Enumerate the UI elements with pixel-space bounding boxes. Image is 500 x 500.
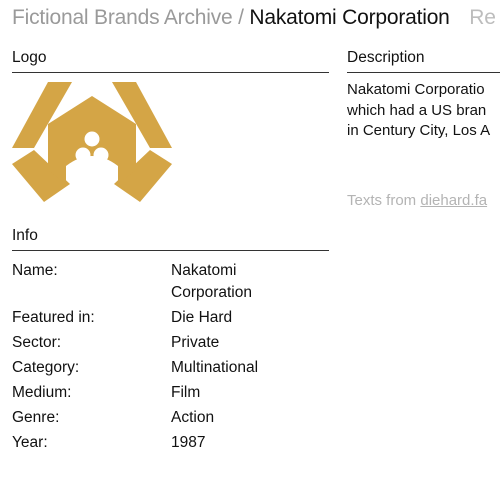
info-label: Category:: [12, 359, 80, 376]
info-value: Private: [171, 334, 220, 351]
nakatomi-logo-icon: [12, 82, 172, 202]
next-item-link[interactable]: Re: [469, 6, 496, 29]
breadcrumb-archive-link[interactable]: Fictional Brands Archive: [12, 6, 233, 29]
info-value: 1987: [171, 434, 206, 451]
info-row-medium: Medium: Film: [12, 382, 342, 404]
breadcrumb-separator: /: [238, 6, 244, 29]
info-value: Die Hard: [171, 309, 233, 326]
info-label: Genre:: [12, 409, 60, 426]
info-row-category: Category: Multinational: [12, 357, 342, 379]
info-table: Name: Nakatomi Corporation Featured in: …: [12, 260, 342, 457]
source-link[interactable]: diehard.fa: [420, 192, 487, 209]
info-label: Medium:: [12, 384, 72, 401]
info-value: Multinational: [171, 359, 259, 376]
info-value: Film: [171, 384, 201, 401]
info-label: Featured in:: [12, 309, 95, 326]
info-row-genre: Genre: Action: [12, 407, 342, 429]
source-prefix: Texts from: [347, 192, 417, 209]
description-text: Nakatomi Corporatio which had a US bran …: [347, 80, 500, 142]
info-row-year: Year: 1987: [12, 432, 342, 454]
description-line: in Century City, Los A: [347, 122, 491, 139]
info-label: Sector:: [12, 334, 62, 351]
breadcrumb: Fictional Brands Archive / Nakatomi Corp…: [12, 6, 496, 30]
info-row-featured-in: Featured in: Die Hard: [12, 307, 342, 329]
info-section-title: Info: [12, 227, 329, 251]
info-label: Name:: [12, 262, 58, 279]
description-line: Nakatomi Corporatio: [347, 81, 485, 98]
page-title: Nakatomi Corporation: [249, 6, 450, 29]
info-label: Year:: [12, 434, 48, 451]
info-row-name: Name: Nakatomi Corporation: [12, 260, 342, 304]
info-value: Nakatomi Corporation: [171, 262, 252, 301]
info-value: Action: [171, 409, 215, 426]
description-line: which had a US bran: [347, 101, 487, 119]
logo-section-title: Logo: [12, 49, 329, 73]
source-credit: Texts from diehard.fa: [347, 192, 487, 209]
description-section-title: Description: [347, 49, 500, 73]
info-row-sector: Sector: Private: [12, 332, 342, 354]
